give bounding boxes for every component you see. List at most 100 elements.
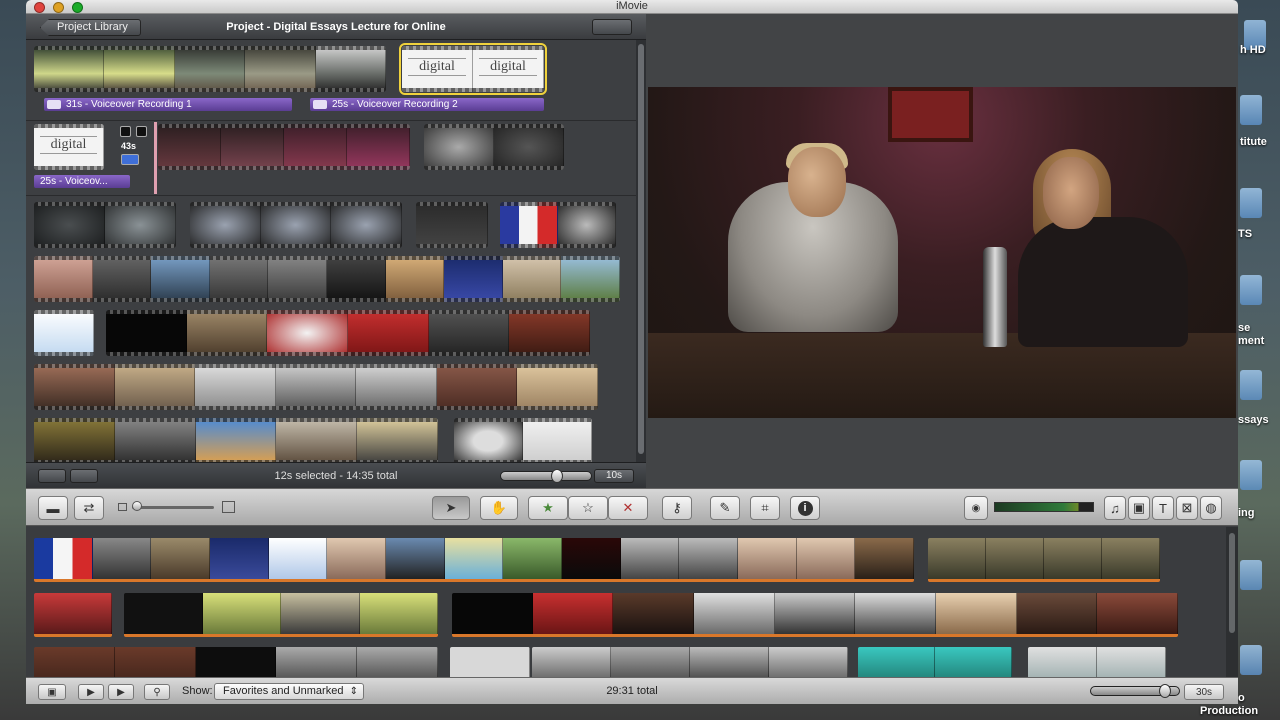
folder-icon[interactable]: [1240, 370, 1262, 400]
project-scrollbar[interactable]: [636, 40, 646, 462]
folder-icon[interactable]: [1240, 275, 1262, 305]
folder-icon[interactable]: [1240, 95, 1262, 125]
video-preview[interactable]: [648, 87, 1236, 418]
clip-strip[interactable]: [158, 124, 410, 170]
event-clip-strip[interactable]: [34, 593, 112, 637]
photo-icon: ▣: [1132, 500, 1146, 515]
event-clip-strip[interactable]: [858, 647, 1012, 677]
reject-icon: ✕: [622, 500, 634, 515]
show-filter-select[interactable]: Favorites and Unmarked: [214, 683, 364, 700]
clip-frame: [694, 593, 775, 634]
swap-panes-button[interactable]: ⇄: [74, 496, 104, 520]
event-clip-strip[interactable]: [34, 538, 914, 582]
folder-icon[interactable]: [1240, 188, 1262, 218]
clip-strip[interactable]: [454, 418, 592, 462]
search-events-button[interactable]: ⚲: [144, 684, 170, 700]
row-divider: [26, 195, 636, 196]
reject-button[interactable]: ✕: [608, 496, 648, 520]
event-clip-strip[interactable]: [1028, 647, 1166, 677]
maps-browser-button[interactable]: ◍: [1200, 496, 1222, 520]
title-clip-selected[interactable]: digital digital: [399, 43, 547, 95]
speaker-icon[interactable]: [136, 126, 147, 137]
clip-frame: [774, 593, 856, 634]
voiceover-1[interactable]: 31s - Voiceover Recording 1: [44, 98, 292, 111]
event-library-toggle[interactable]: ▣: [38, 684, 66, 700]
key-icon: ⚷: [672, 500, 682, 515]
clip-size-small-icon: [118, 503, 127, 511]
slider-knob[interactable]: [132, 501, 142, 511]
inspector-button[interactable]: i: [790, 496, 820, 520]
folder-icon[interactable]: [1240, 645, 1262, 675]
imovie-window: iMovie Project Library Project - Digital…: [26, 0, 1238, 704]
clip-strip[interactable]: [190, 202, 402, 248]
titles-browser-button[interactable]: T: [1152, 496, 1174, 520]
arrow-tool-button[interactable]: ➤: [432, 496, 470, 520]
clip-strip[interactable]: [34, 364, 598, 410]
clip-settings-icon[interactable]: [121, 154, 139, 165]
info-icon: i: [797, 500, 813, 516]
event-zoom-slider[interactable]: [1090, 684, 1180, 698]
camera-import-button[interactable]: ▬: [38, 496, 68, 520]
mark-favorite-button[interactable]: ★: [528, 496, 568, 520]
title-clip[interactable]: digital: [34, 124, 104, 170]
photo-browser-button[interactable]: ▣: [1128, 496, 1150, 520]
clip-frame: [195, 418, 277, 462]
clip-frame: [209, 256, 269, 302]
window-titlebar[interactable]: iMovie: [26, 0, 1238, 14]
play-fullscreen-button[interactable]: ▶: [78, 684, 104, 700]
clip-frame: [416, 202, 488, 248]
camera-small-icon[interactable]: [120, 126, 131, 137]
music-browser-button[interactable]: ♫: [1104, 496, 1126, 520]
event-clip-strip[interactable]: [452, 593, 1178, 637]
event-clip-strip[interactable]: [450, 647, 530, 677]
clip-frame: [34, 46, 105, 92]
slider-knob[interactable]: [551, 469, 563, 483]
thumbnail-size-slider[interactable]: [132, 501, 214, 511]
clip-frame: [986, 538, 1044, 579]
audio-skimming-button[interactable]: ◉: [964, 496, 988, 520]
event-zoom-value[interactable]: 30s: [1184, 684, 1224, 700]
clip-strip[interactable]: [34, 46, 386, 92]
transitions-browser-button[interactable]: ⊠: [1176, 496, 1198, 520]
event-clip-strip[interactable]: [124, 593, 438, 637]
hand-tool-button[interactable]: ✋: [480, 496, 518, 520]
event-scrollbar[interactable]: [1226, 527, 1238, 677]
clip-frame: [1016, 593, 1098, 634]
clip-strip[interactable]: [500, 202, 616, 248]
play-events-button[interactable]: ▶: [108, 684, 134, 700]
event-clip-strip[interactable]: [928, 538, 1160, 582]
project-pane: Project Library Project - Digital Essays…: [26, 14, 646, 488]
hand-icon: ✋: [490, 500, 508, 515]
clip-strip[interactable]: [416, 202, 488, 248]
clip-frame: [268, 256, 327, 302]
clip-strip[interactable]: [106, 310, 590, 356]
folder-icon[interactable]: [1240, 560, 1262, 590]
slider-knob[interactable]: [1159, 684, 1171, 698]
drive-icon[interactable]: [1240, 460, 1262, 490]
clip-frame: [284, 124, 347, 170]
color-dropper-button[interactable]: ✎: [710, 496, 740, 520]
project-options-button[interactable]: [592, 19, 632, 35]
unmark-button[interactable]: ☆: [568, 496, 608, 520]
show-label: Show:: [182, 685, 213, 697]
clip-strip[interactable]: [34, 310, 94, 356]
playhead[interactable]: [154, 122, 157, 194]
event-clip-strip[interactable]: [532, 647, 848, 677]
clip-frame: [158, 124, 221, 170]
clip-frame: [503, 538, 563, 579]
clip-zoom-slider[interactable]: [500, 469, 592, 483]
clip-strip[interactable]: [34, 202, 176, 248]
voiceover-3[interactable]: 25s - Voiceov...: [34, 175, 130, 188]
scroll-thumb[interactable]: [1229, 533, 1235, 633]
voiceover-2[interactable]: 25s - Voiceover Recording 2: [310, 98, 544, 111]
crop-button[interactable]: ⌗: [750, 496, 780, 520]
clip-strip[interactable]: [34, 256, 620, 302]
clip-duration-badge: 43s: [121, 141, 137, 151]
scroll-thumb[interactable]: [638, 44, 644, 454]
keyword-button[interactable]: ⚷: [662, 496, 692, 520]
clip-zoom-value[interactable]: 10s: [594, 469, 634, 483]
clip-frame: [281, 593, 360, 634]
clip-strip[interactable]: [34, 418, 438, 462]
event-clip-strip[interactable]: [34, 647, 438, 677]
clip-strip[interactable]: [424, 124, 564, 170]
